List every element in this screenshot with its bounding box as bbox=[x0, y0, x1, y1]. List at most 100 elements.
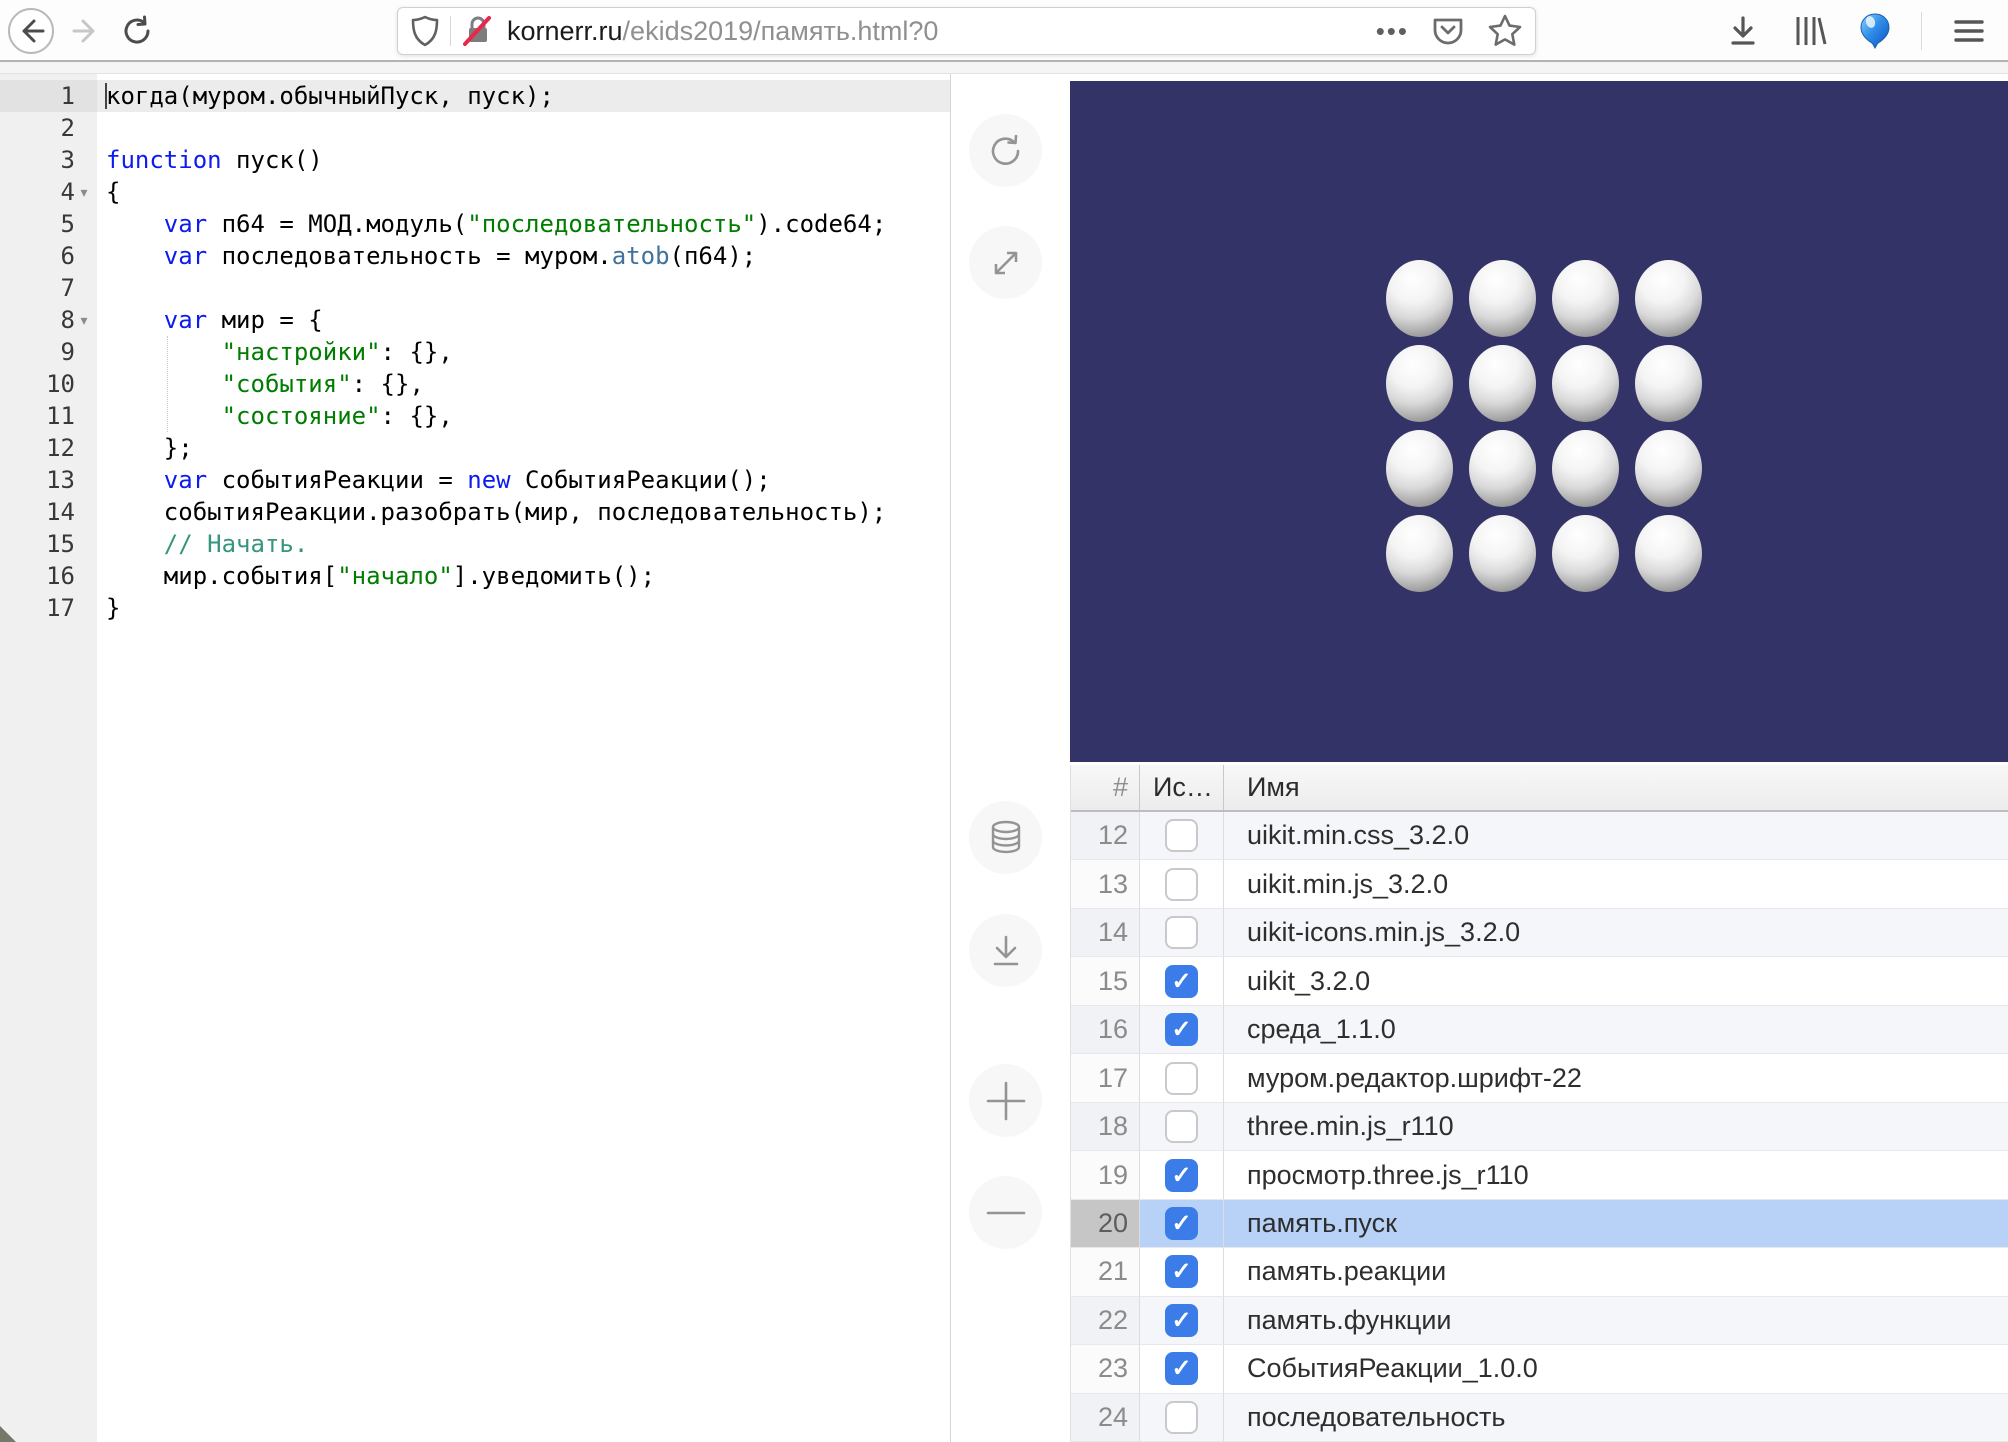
use-checkbox[interactable]: ✓ bbox=[1165, 1207, 1198, 1240]
table-row[interactable]: 23✓СобытияРеакции_1.0.0 bbox=[1071, 1345, 2008, 1393]
resize-corner bbox=[0, 1426, 16, 1442]
line-number[interactable]: 3 bbox=[0, 144, 97, 176]
column-header-name[interactable]: Имя bbox=[1224, 765, 2008, 810]
line-number[interactable]: 12 bbox=[0, 432, 97, 464]
use-checkbox[interactable]: ✓ bbox=[1165, 1352, 1198, 1385]
code-line[interactable]: function пуск() bbox=[97, 144, 950, 176]
code-line[interactable]: } bbox=[97, 592, 950, 624]
table-row[interactable]: 24последовательность bbox=[1071, 1394, 2008, 1442]
line-number[interactable]: 13 bbox=[0, 464, 97, 496]
extension-drop-icon[interactable] bbox=[1859, 12, 1891, 50]
code-line[interactable]: var мир = { bbox=[97, 304, 950, 336]
use-cell bbox=[1140, 1394, 1224, 1442]
line-number[interactable]: 4▾ bbox=[0, 176, 97, 208]
sphere bbox=[1552, 430, 1619, 507]
column-header-use[interactable]: Ис… bbox=[1140, 765, 1224, 810]
library-button[interactable] bbox=[1791, 13, 1829, 49]
page-actions-button[interactable]: ••• bbox=[1376, 16, 1409, 47]
database-button[interactable] bbox=[969, 801, 1042, 874]
fold-arrow-icon[interactable]: ▾ bbox=[75, 312, 93, 329]
sphere bbox=[1469, 260, 1536, 337]
downloads-button[interactable] bbox=[1725, 13, 1761, 49]
url-bar[interactable]: kornerr.ru/ekids2019/память.html?0 ••• bbox=[397, 7, 1536, 55]
code-line[interactable]: var последовательность = муром.atob(п64)… bbox=[97, 240, 950, 272]
module-name: просмотр.three.js_r110 bbox=[1224, 1151, 2008, 1199]
row-number: 20 bbox=[1071, 1200, 1140, 1248]
table-row[interactable]: 18three.min.js_r110 bbox=[1071, 1103, 2008, 1151]
code-line[interactable] bbox=[97, 112, 950, 144]
reload-button[interactable] bbox=[121, 15, 153, 47]
line-number[interactable]: 9 bbox=[0, 336, 97, 368]
tracking-shield-icon[interactable] bbox=[410, 15, 440, 47]
line-number[interactable]: 10 bbox=[0, 368, 97, 400]
use-checkbox[interactable]: ✓ bbox=[1165, 965, 1198, 998]
line-number[interactable]: 17 bbox=[0, 592, 97, 624]
expand-button[interactable] bbox=[969, 226, 1042, 299]
table-row[interactable]: 20✓память.пуск bbox=[1071, 1200, 2008, 1248]
back-button[interactable] bbox=[8, 8, 54, 54]
code-line[interactable]: { bbox=[97, 176, 950, 208]
use-checkbox[interactable] bbox=[1165, 1110, 1198, 1143]
code-editor[interactable]: 1234▾5678▾91011121314151617 когда(муром.… bbox=[0, 74, 950, 1442]
line-number[interactable]: 8▾ bbox=[0, 304, 97, 336]
sphere bbox=[1552, 515, 1619, 592]
line-number[interactable]: 16 bbox=[0, 560, 97, 592]
line-number[interactable]: 11 bbox=[0, 400, 97, 432]
three-viewport[interactable] bbox=[1070, 81, 2008, 762]
use-checkbox[interactable] bbox=[1165, 916, 1198, 949]
code-line[interactable]: "настройки": {}, bbox=[97, 336, 950, 368]
line-number[interactable]: 5 bbox=[0, 208, 97, 240]
code-line[interactable]: "состояние": {}, bbox=[97, 400, 950, 432]
line-number[interactable]: 14 bbox=[0, 496, 97, 528]
use-cell bbox=[1140, 1054, 1224, 1102]
code-line[interactable]: var п64 = МОД.модуль("последовательность… bbox=[97, 208, 950, 240]
line-number[interactable]: 6 bbox=[0, 240, 97, 272]
row-number: 13 bbox=[1071, 860, 1140, 908]
table-row[interactable]: 22✓память.функции bbox=[1071, 1297, 2008, 1345]
table-row[interactable]: 12uikit.min.css_3.2.0 bbox=[1071, 812, 2008, 860]
code-line[interactable]: когда(муром.обычныйПуск, пуск); bbox=[97, 80, 950, 112]
table-row[interactable]: 15✓uikit_3.2.0 bbox=[1071, 957, 2008, 1005]
insecure-lock-icon[interactable] bbox=[461, 14, 495, 48]
code-line[interactable]: }; bbox=[97, 432, 950, 464]
code-line[interactable]: var событияРеакции = new СобытияРеакции(… bbox=[97, 464, 950, 496]
download-module-button[interactable] bbox=[969, 914, 1042, 987]
bookmark-star-icon[interactable] bbox=[1487, 13, 1523, 49]
code-line[interactable]: событияРеакции.разобрать(мир, последоват… bbox=[97, 496, 950, 528]
code-line[interactable]: // Начать. bbox=[97, 528, 950, 560]
column-header-number[interactable]: # bbox=[1071, 765, 1140, 810]
table-row[interactable]: 21✓память.реакции bbox=[1071, 1248, 2008, 1296]
use-checkbox[interactable] bbox=[1165, 1062, 1198, 1095]
refresh-button[interactable] bbox=[969, 114, 1042, 187]
add-button[interactable] bbox=[969, 1064, 1042, 1137]
row-number: 21 bbox=[1071, 1248, 1140, 1296]
line-number[interactable]: 7 bbox=[0, 272, 97, 304]
code-line[interactable]: "события": {}, bbox=[97, 368, 950, 400]
use-checkbox[interactable]: ✓ bbox=[1165, 1159, 1198, 1192]
refresh-icon bbox=[987, 132, 1025, 170]
table-row[interactable]: 16✓среда_1.1.0 bbox=[1071, 1006, 2008, 1054]
use-checkbox[interactable] bbox=[1165, 819, 1198, 852]
line-number[interactable]: 15 bbox=[0, 528, 97, 560]
code-lines[interactable]: когда(муром.обычныйПуск, пуск); function … bbox=[97, 80, 950, 624]
page-top-strip bbox=[0, 62, 2008, 74]
code-line[interactable]: мир.события["начало"].уведомить(); bbox=[97, 560, 950, 592]
use-checkbox[interactable] bbox=[1165, 868, 1198, 901]
use-cell: ✓ bbox=[1140, 957, 1224, 1005]
table-row[interactable]: 17муром.редактор.шрифт-22 bbox=[1071, 1054, 2008, 1102]
remove-button[interactable] bbox=[969, 1176, 1042, 1249]
use-checkbox[interactable]: ✓ bbox=[1165, 1255, 1198, 1288]
pocket-icon[interactable] bbox=[1431, 14, 1465, 48]
forward-button[interactable] bbox=[71, 16, 101, 46]
line-number[interactable]: 1 bbox=[0, 80, 97, 112]
table-row[interactable]: 14uikit-icons.min.js_3.2.0 bbox=[1071, 909, 2008, 957]
use-checkbox[interactable]: ✓ bbox=[1165, 1304, 1198, 1337]
table-row[interactable]: 19✓просмотр.three.js_r110 bbox=[1071, 1151, 2008, 1199]
use-checkbox[interactable]: ✓ bbox=[1165, 1013, 1198, 1046]
fold-arrow-icon[interactable]: ▾ bbox=[75, 184, 93, 201]
use-checkbox[interactable] bbox=[1165, 1401, 1198, 1434]
menu-button[interactable] bbox=[1952, 16, 1986, 46]
line-number[interactable]: 2 bbox=[0, 112, 97, 144]
table-row[interactable]: 13uikit.min.js_3.2.0 bbox=[1071, 860, 2008, 908]
code-line[interactable] bbox=[97, 272, 950, 304]
